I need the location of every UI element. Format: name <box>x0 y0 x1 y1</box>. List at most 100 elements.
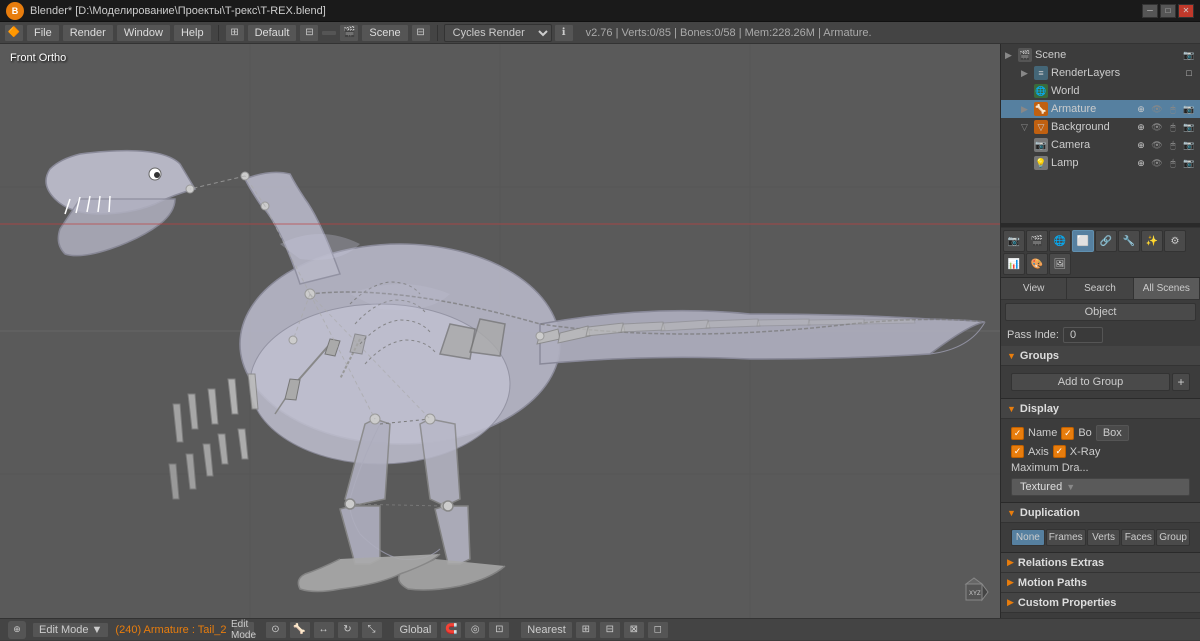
bg-vis2[interactable]: 👁 <box>1150 120 1164 134</box>
lamp-vis2[interactable]: 👁 <box>1150 156 1164 170</box>
proportional-btn[interactable]: ◎ <box>464 621 486 639</box>
blender-menu-icon[interactable]: 🔶 <box>4 24 24 42</box>
duplication-header[interactable]: ▼ Duplication <box>1001 503 1200 523</box>
texture-btn[interactable]: 🖼 <box>1049 253 1071 275</box>
screen-selector[interactable] <box>321 30 337 36</box>
layout-selector[interactable]: Default <box>247 24 298 42</box>
layout-icon2[interactable]: ⊟ <box>299 24 319 42</box>
constraints-btn[interactable]: 🔗 <box>1095 230 1117 252</box>
textured-arrow-icon: ▼ <box>1066 482 1075 492</box>
world-props-btn[interactable]: 🌐 <box>1049 230 1071 252</box>
cam-vis1[interactable]: ⊕ <box>1134 138 1148 152</box>
window-menu[interactable]: Window <box>116 24 171 42</box>
option-btn1[interactable]: ⊞ <box>575 621 597 639</box>
lamp-vis3[interactable]: 🖱 <box>1166 156 1180 170</box>
arm-vis4[interactable]: 📷 <box>1182 102 1196 116</box>
bg-vis1[interactable]: ⊕ <box>1134 120 1148 134</box>
scene-icon2[interactable]: ⊟ <box>411 24 431 42</box>
name-checkbox[interactable] <box>1011 427 1024 440</box>
add-to-group-btn[interactable]: Add to Group <box>1011 373 1170 391</box>
render-menu[interactable]: Render <box>62 24 114 42</box>
cam-vis4[interactable]: 📷 <box>1182 138 1196 152</box>
arm-vis2[interactable]: 👁 <box>1150 102 1164 116</box>
menu-items: File Render Window Help <box>26 24 212 42</box>
material-btn[interactable]: 🎨 <box>1026 253 1048 275</box>
bone-btn[interactable]: 🦴 <box>289 621 311 639</box>
renderlayers-icon: ≡ <box>1034 66 1048 80</box>
dup-group-btn[interactable]: Group <box>1156 529 1190 546</box>
viewport[interactable]: Front Ortho <box>0 44 1000 618</box>
bg-vis4[interactable]: 📷 <box>1182 120 1196 134</box>
box-btn[interactable]: Box <box>1096 425 1129 441</box>
search-btn[interactable]: Search <box>1067 278 1133 299</box>
tree-item-camera[interactable]: 📷 Camera ⊕ 👁 🖱 📷 <box>1001 136 1200 154</box>
status-icon1[interactable]: ⊕ <box>8 621 26 639</box>
scene-props-btn[interactable]: 🎬 <box>1026 230 1048 252</box>
help-menu[interactable]: Help <box>173 24 212 42</box>
option-btn3[interactable]: ⊠ <box>623 621 645 639</box>
groups-header[interactable]: ▼ Groups <box>1001 346 1200 366</box>
tree-item-renderlayers[interactable]: ▶ ≡ RenderLayers □ <box>1001 64 1200 82</box>
global-btn[interactable]: Global <box>393 621 439 639</box>
duplication-section: ▼ Duplication None Frames Verts Faces Gr… <box>1001 503 1200 553</box>
dup-none-btn[interactable]: None <box>1011 529 1045 546</box>
axis-checkbox[interactable] <box>1011 445 1024 458</box>
renderlayers-vis-icon[interactable]: □ <box>1182 66 1196 80</box>
object-props-btn[interactable]: ⬜ <box>1072 230 1094 252</box>
snap-btn[interactable]: 🧲 <box>440 621 462 639</box>
select-mode-btn[interactable]: ⊙ <box>265 621 287 639</box>
rotate-btn[interactable]: ↻ <box>337 621 359 639</box>
data-btn[interactable]: 📊 <box>1003 253 1025 275</box>
close-button[interactable]: ✕ <box>1178 4 1194 18</box>
tree-item-lamp[interactable]: 💡 Lamp ⊕ 👁 🖱 📷 <box>1001 154 1200 172</box>
dup-faces-btn[interactable]: Faces <box>1121 529 1155 546</box>
tree-label-world: World <box>1051 85 1080 97</box>
dup-verts-btn[interactable]: Verts <box>1087 529 1121 546</box>
bo-checkbox[interactable] <box>1061 427 1074 440</box>
lamp-vis1[interactable]: ⊕ <box>1134 156 1148 170</box>
physics-btn[interactable]: ⚙ <box>1164 230 1186 252</box>
view-btn[interactable]: View <box>1001 278 1067 299</box>
arm-vis3[interactable]: 🖱 <box>1166 102 1180 116</box>
add-group-plus-btn[interactable]: + <box>1172 373 1190 391</box>
tree-item-world[interactable]: 🌐 World <box>1001 82 1200 100</box>
lamp-vis4[interactable]: 📷 <box>1182 156 1196 170</box>
cam-vis2[interactable]: 👁 <box>1150 138 1164 152</box>
scale-btn[interactable]: ⤡ <box>361 621 383 639</box>
option-btn2[interactable]: ⊟ <box>599 621 621 639</box>
motion-paths-header[interactable]: ▶ Motion Paths <box>1001 573 1200 593</box>
xray-checkbox[interactable] <box>1053 445 1066 458</box>
camera-vis-icon[interactable]: 📷 <box>1182 48 1196 62</box>
tree-item-background[interactable]: ▽ ▽ Background ⊕ 👁 🖱 📷 <box>1001 118 1200 136</box>
minimize-button[interactable]: ─ <box>1142 4 1158 18</box>
snap2-btn[interactable]: ⊡ <box>488 621 510 639</box>
maximize-button[interactable]: □ <box>1160 4 1176 18</box>
modifiers-btn[interactable]: 🔧 <box>1118 230 1140 252</box>
navigation-cube[interactable]: XYZ <box>958 576 990 608</box>
view-nav-btn[interactable]: Edit Mode <box>233 621 255 639</box>
render-engine-select[interactable]: Cycles Render Blender Render Blender Gam… <box>444 24 552 42</box>
nearest-btn[interactable]: Nearest <box>520 621 573 639</box>
arm-vis1[interactable]: ⊕ <box>1134 102 1148 116</box>
translate-btn[interactable]: ↔ <box>313 621 335 639</box>
dup-frames-btn[interactable]: Frames <box>1046 529 1086 546</box>
tree-item-armature[interactable]: ▶ 🦴 Armature ⊕ 👁 🖱 📷 <box>1001 100 1200 118</box>
render-props-btn[interactable]: 📷 <box>1003 230 1025 252</box>
cam-vis3[interactable]: 🖱 <box>1166 138 1180 152</box>
all-scenes-btn[interactable]: All Scenes <box>1134 278 1200 299</box>
custom-props-header[interactable]: ▶ Custom Properties <box>1001 593 1200 613</box>
particles-btn[interactable]: ✨ <box>1141 230 1163 252</box>
bg-vis3[interactable]: 🖱 <box>1166 120 1180 134</box>
scene-icon[interactable]: 🎬 <box>339 24 359 42</box>
option-btn4[interactable]: ◻ <box>647 621 669 639</box>
relations-extras-header[interactable]: ▶ Relations Extras <box>1001 553 1200 573</box>
layout-grid-icon[interactable]: ⊞ <box>225 24 245 42</box>
scene-selector[interactable]: Scene <box>361 24 408 42</box>
file-menu[interactable]: File <box>26 24 60 42</box>
view-mode-btn[interactable]: Edit Mode ▼ <box>32 622 109 638</box>
info-icon[interactable]: ℹ <box>554 24 574 42</box>
display-header[interactable]: ▼ Display <box>1001 399 1200 419</box>
tree-item-scene[interactable]: ▶ 🎬 Scene 📷 <box>1001 46 1200 64</box>
textured-dropdown-btn[interactable]: Textured ▼ <box>1011 478 1190 496</box>
pass-index-input[interactable] <box>1063 327 1103 343</box>
